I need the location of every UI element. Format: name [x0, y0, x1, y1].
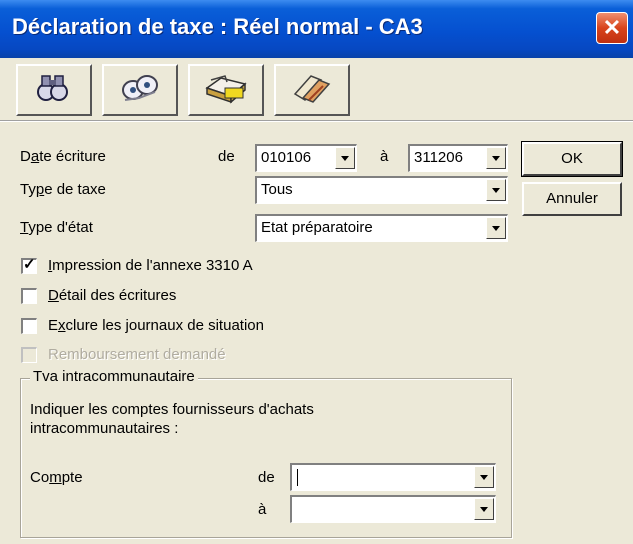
checkbox-detail-label: Détail des écritures: [48, 287, 177, 304]
date-to-combo[interactable]: 311206: [408, 144, 508, 172]
type-taxe-value: Tous: [261, 181, 293, 198]
chevron-down-icon[interactable]: [474, 466, 494, 488]
toolbar-separator: [0, 120, 633, 122]
date-from-combo[interactable]: 010106: [255, 144, 357, 172]
checkbox-exclure-box[interactable]: [21, 318, 37, 334]
checkbox-remboursement-box: [21, 347, 37, 363]
tva-description-line2: intracommunautaires :: [30, 420, 179, 437]
type-taxe-select[interactable]: Tous: [255, 176, 508, 204]
ok-button[interactable]: OK: [521, 141, 623, 177]
printer-icon: [201, 70, 251, 110]
date-to-value: 311206: [414, 149, 463, 166]
checkbox-annexe-box[interactable]: ✓: [21, 256, 37, 274]
chevron-down-icon[interactable]: [474, 498, 494, 520]
export-icon: [289, 70, 335, 110]
text-cursor: [297, 469, 298, 486]
toolbar-button-preview[interactable]: [102, 64, 178, 116]
title-bar: Déclaration de taxe : Réel normal - CA3 …: [0, 0, 633, 58]
chevron-down-icon[interactable]: [486, 217, 506, 239]
date-to-label: à: [380, 148, 389, 165]
checkbox-remboursement-label: Remboursement demandé: [48, 346, 226, 363]
tva-intracom-title: Tva intracommunautaire: [30, 368, 198, 385]
dialog-body: Date écriture de 010106 à 311206 Type de…: [0, 58, 633, 544]
date-from-label: de: [218, 148, 235, 165]
eye-glasses-icon: [117, 70, 163, 110]
toolbar-button-export[interactable]: [274, 64, 350, 116]
type-etat-select[interactable]: Etat préparatoire: [255, 214, 508, 242]
date-from-value: 010106: [261, 149, 312, 166]
compte-from-combo[interactable]: [290, 463, 496, 491]
type-etat-value: Etat préparatoire: [261, 219, 373, 236]
close-icon: ✕: [602, 15, 622, 40]
date-ecriture-label: Date écriture: [20, 148, 106, 165]
compte-to-label: à: [258, 501, 267, 518]
chevron-down-icon[interactable]: [486, 179, 506, 201]
toolbar-button-search[interactable]: [16, 64, 92, 116]
check-mark-icon: ✓: [23, 256, 36, 273]
cancel-button[interactable]: Annuler: [522, 182, 622, 216]
toolbar-button-print[interactable]: [188, 64, 264, 116]
checkbox-annexe-label: Impression de l'annexe 3310 A: [48, 257, 253, 274]
binoculars-icon: [32, 70, 76, 110]
close-button[interactable]: ✕: [596, 12, 628, 44]
checkbox-detail-box[interactable]: [21, 288, 37, 304]
tva-description-line1: Indiquer les comptes fournisseurs d'acha…: [30, 401, 314, 418]
window-title: Déclaration de taxe : Réel normal - CA3: [12, 14, 423, 39]
type-etat-label: Type d'état: [20, 219, 93, 236]
type-taxe-label: Type de taxe: [20, 181, 106, 198]
checkbox-exclure-label: Exclure les journaux de situation: [48, 317, 264, 334]
chevron-down-icon[interactable]: [486, 147, 506, 169]
compte-to-combo[interactable]: [290, 495, 496, 523]
compte-from-label: de: [258, 469, 275, 486]
chevron-down-icon[interactable]: [335, 147, 355, 169]
compte-label: Compte: [30, 469, 83, 486]
